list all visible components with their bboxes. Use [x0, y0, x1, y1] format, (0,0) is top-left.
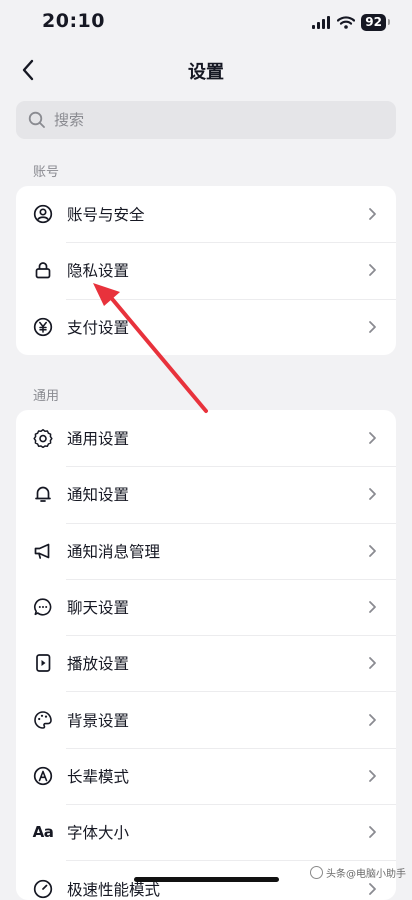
palette-icon: [32, 709, 54, 731]
chevron-right-icon: [364, 712, 380, 728]
settings-item-message-management[interactable]: 通知消息管理: [16, 522, 396, 579]
user-circle-icon: [32, 203, 54, 225]
lock-icon: [32, 259, 54, 281]
wifi-icon: [337, 16, 356, 29]
chevron-right-icon: [364, 768, 380, 784]
status-icons: 92: [312, 14, 390, 31]
elder-mode-icon: [32, 765, 54, 787]
settings-item-label: 播放设置: [67, 655, 130, 674]
chevron-right-icon: [364, 206, 380, 222]
settings-item-notifications[interactable]: 通知设置: [16, 466, 396, 522]
watermark-text: 头条@电脑小助手: [326, 869, 406, 880]
settings-item-label: 背景设置: [67, 711, 130, 730]
chevron-right-icon: [364, 655, 380, 671]
search-icon: [28, 111, 46, 129]
chevron-right-icon: [364, 262, 380, 278]
page-title: 设置: [188, 62, 224, 83]
settings-item-general[interactable]: 通用设置: [16, 410, 396, 466]
chat-bubble-icon: [32, 596, 54, 618]
bell-icon: [32, 483, 54, 505]
account-settings-card: 账号与安全 隐私设置 支付设置: [16, 186, 396, 355]
settings-item-label: 聊天设置: [67, 599, 130, 618]
chevron-right-icon: [364, 824, 380, 840]
home-indicator: [134, 877, 279, 882]
battery-indicator: 92: [361, 14, 390, 31]
chevron-right-icon: [364, 319, 380, 335]
section-label-account: 账号: [33, 165, 60, 180]
settings-item-label: 通知设置: [67, 486, 130, 505]
settings-item-label: 通用设置: [67, 430, 130, 449]
font-size-icon: Aa: [32, 823, 54, 842]
status-bar: 20:10 92: [0, 0, 412, 44]
gear-icon: [32, 427, 54, 449]
settings-item-playback[interactable]: 播放设置: [16, 635, 396, 691]
settings-item-label: 字体大小: [67, 824, 130, 843]
settings-item-label: 隐私设置: [67, 262, 130, 281]
search-bar[interactable]: [16, 101, 396, 139]
settings-item-payment[interactable]: 支付设置: [16, 298, 396, 355]
settings-item-label: 长辈模式: [67, 767, 130, 786]
nav-bar: 设置: [0, 48, 412, 92]
watermark-logo-icon: [310, 866, 323, 879]
settings-item-label: 支付设置: [67, 318, 130, 337]
settings-item-chat[interactable]: 聊天设置: [16, 578, 396, 635]
status-time: 20:10: [42, 10, 105, 32]
settings-item-font-size[interactable]: Aa 字体大小: [16, 804, 396, 860]
chevron-right-icon: [364, 430, 380, 446]
search-input[interactable]: [52, 110, 376, 130]
megaphone-icon: [32, 540, 54, 562]
general-settings-card: 通用设置 通知设置 通知消息管理 聊天设置 播放设置 背景设置 长辈模式 Aa …: [16, 410, 396, 900]
settings-item-background[interactable]: 背景设置: [16, 691, 396, 747]
chevron-right-icon: [364, 543, 380, 559]
watermark: 头条@电脑小助手: [310, 865, 406, 880]
settings-item-elder-mode[interactable]: 长辈模式: [16, 747, 396, 804]
yen-circle-icon: [32, 316, 54, 338]
chevron-right-icon: [364, 599, 380, 615]
chevron-right-icon: [364, 486, 380, 502]
settings-item-label: 通知消息管理: [67, 542, 161, 561]
settings-item-privacy[interactable]: 隐私设置: [16, 242, 396, 298]
settings-item-account-security[interactable]: 账号与安全: [16, 186, 396, 242]
play-file-icon: [32, 652, 54, 674]
signal-icon: [312, 16, 331, 29]
section-label-general: 通用: [33, 389, 60, 404]
settings-item-label: 账号与安全: [67, 206, 145, 225]
